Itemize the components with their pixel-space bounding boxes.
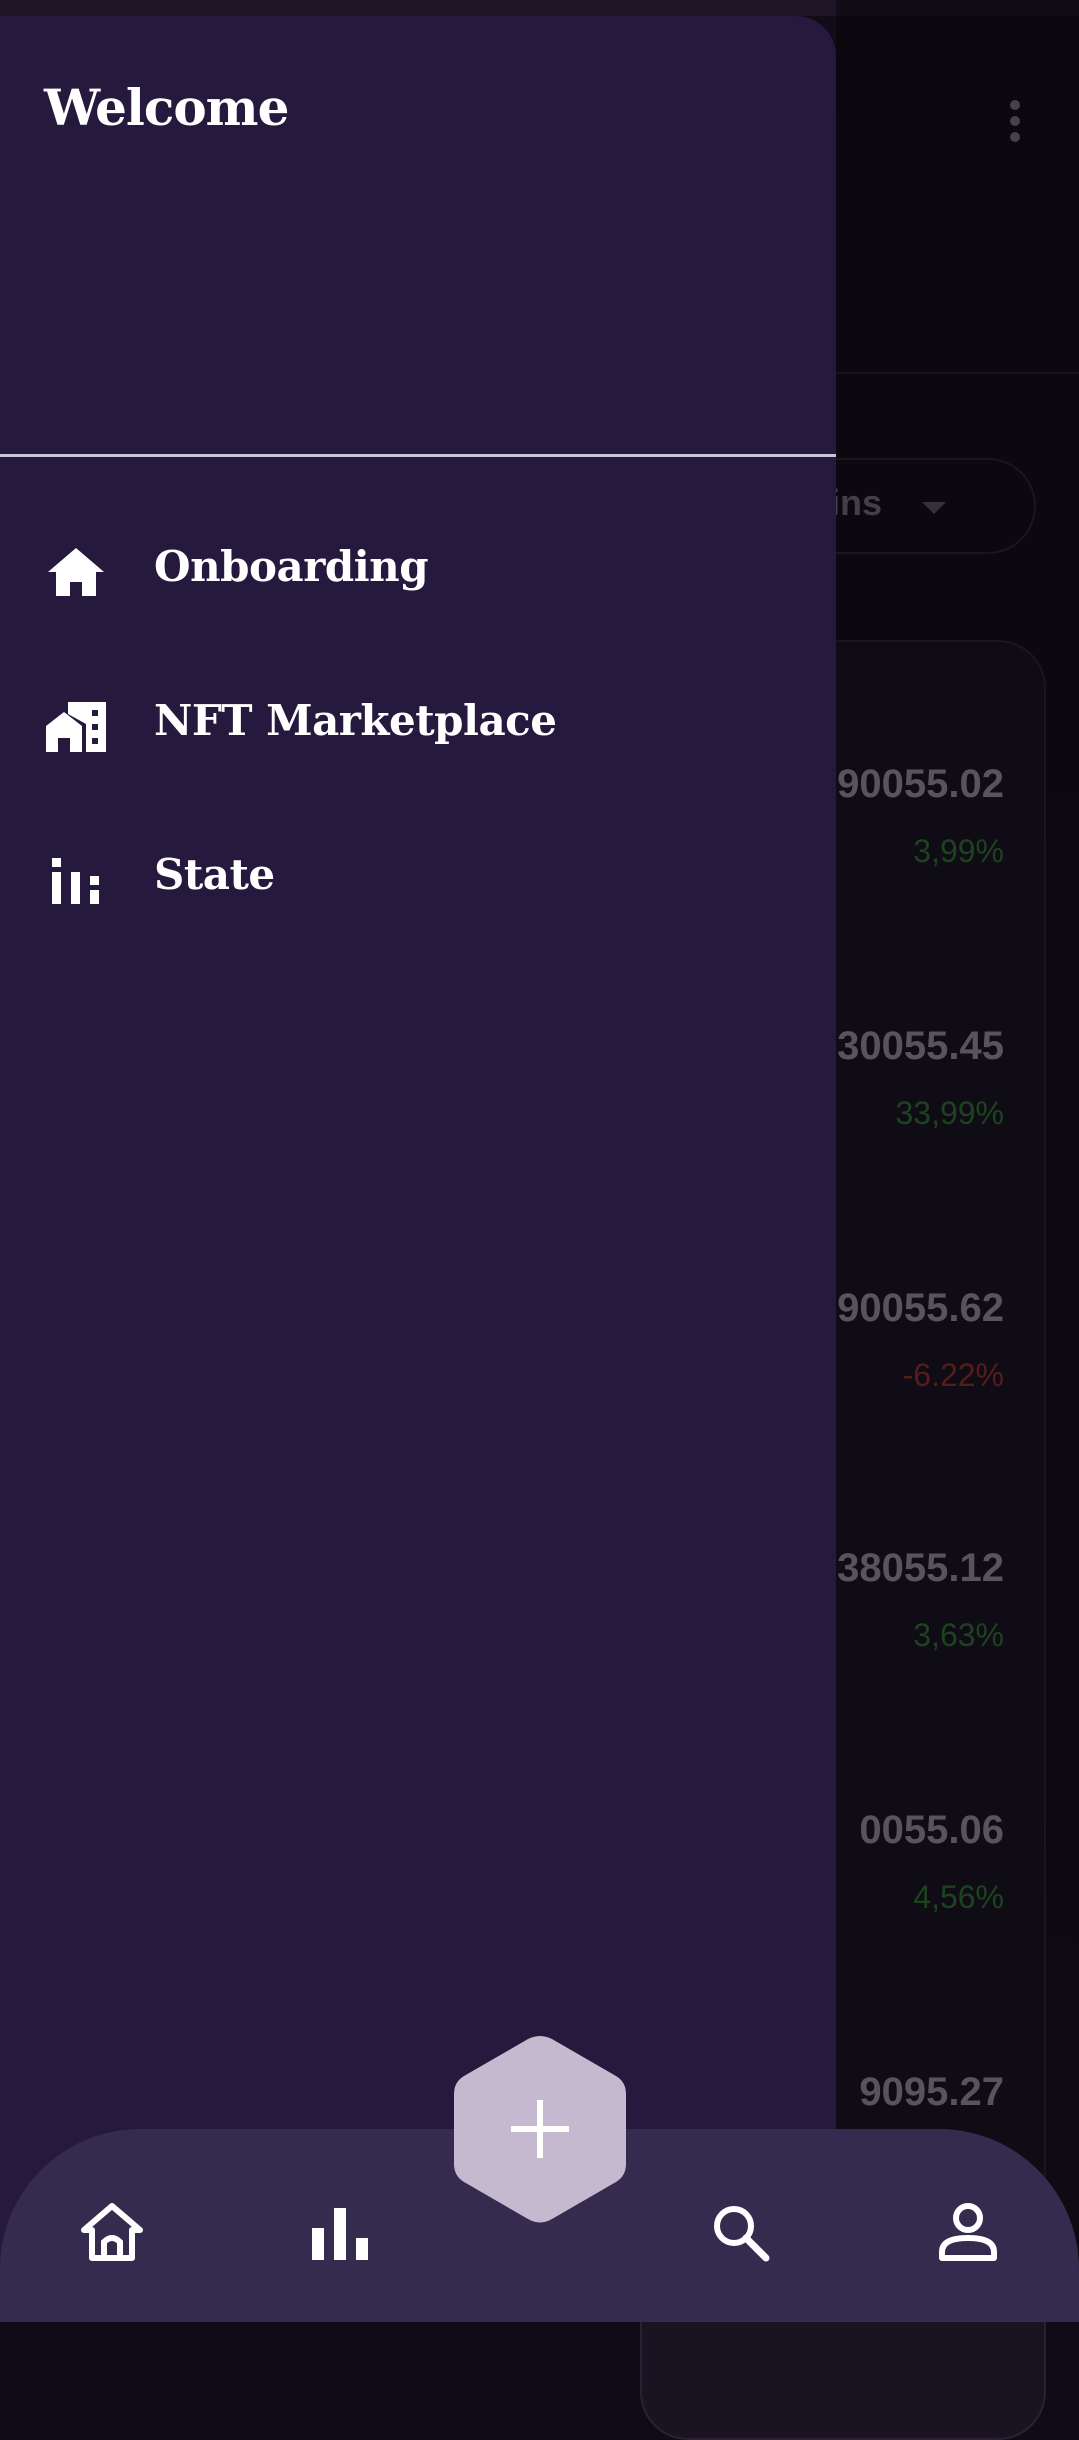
drawer-item-nft-marketplace[interactable]: NFT Marketplace	[0, 666, 836, 786]
drawer-item-label: Onboarding	[154, 542, 429, 591]
home-icon	[44, 542, 108, 602]
navigation-drawer: Welcome Onboarding NFT Marketplace State	[0, 16, 836, 2322]
add-button[interactable]	[450, 2032, 630, 2226]
bar-chart-icon	[308, 2208, 372, 2268]
drawer-item-label: State	[154, 850, 275, 899]
drawer-title: Welcome	[44, 78, 289, 137]
search-icon	[708, 2206, 772, 2268]
drawer-item-state[interactable]: State	[0, 820, 836, 940]
nav-stats[interactable]	[308, 2200, 372, 2264]
nav-home[interactable]	[80, 2200, 144, 2264]
drawer-divider	[0, 454, 836, 457]
drawer-scrim[interactable]	[836, 0, 1079, 2322]
nav-search[interactable]	[708, 2200, 772, 2264]
nav-profile[interactable]	[936, 2200, 1000, 2264]
drawer-item-onboarding[interactable]: Onboarding	[0, 512, 836, 632]
store-icon	[44, 696, 108, 756]
home-icon	[80, 2203, 144, 2268]
drawer-item-label: NFT Marketplace	[154, 696, 557, 745]
bar-chart-icon	[44, 850, 108, 910]
profile-icon	[936, 2203, 1000, 2268]
